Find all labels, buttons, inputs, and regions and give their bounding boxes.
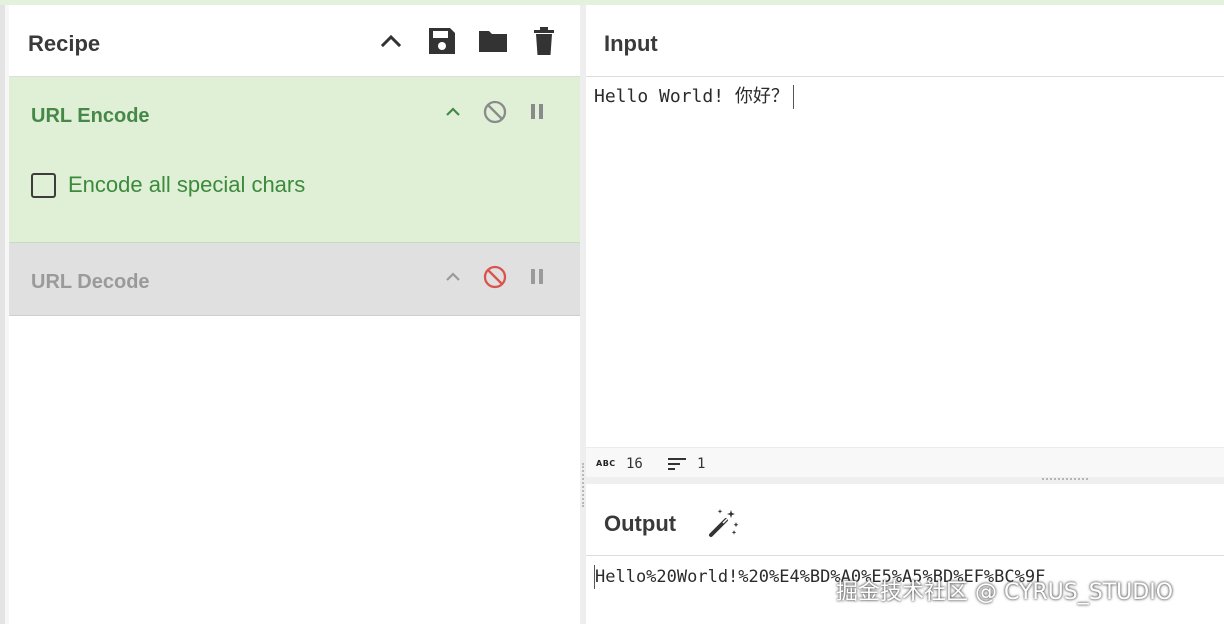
input-title: Input (604, 31, 658, 56)
output-title: Output (604, 511, 677, 536)
input-text-cjk: 你好？ (734, 86, 789, 107)
watermark: 掘金技术社区 @ CYRUS_STUDIO (836, 580, 1174, 605)
line-count: 1 (697, 456, 706, 472)
input-panel: Input Hello World! 你好？ ABC 16 1 (586, 5, 1224, 478)
operation-url-encode[interactable]: URL Encode Encode all special chars (9, 77, 580, 243)
input-text-ascii: Hello World! (594, 86, 735, 107)
clear-recipe-button[interactable] (528, 25, 560, 57)
save-recipe-button[interactable] (426, 25, 458, 57)
horizontal-splitter[interactable] (586, 477, 1224, 484)
checkbox-label: Encode all special chars (68, 172, 306, 197)
load-recipe-button[interactable] (477, 25, 509, 57)
disable-icon (483, 100, 507, 124)
magic-button[interactable] (706, 506, 740, 540)
disable-button[interactable] (481, 263, 509, 291)
chevron-up-icon (446, 107, 460, 116)
recipe-title: Recipe (28, 31, 101, 56)
input-status-bar: ABC 16 1 (586, 447, 1224, 478)
disable-icon (483, 265, 507, 289)
input-textarea[interactable]: Hello World! 你好？ (594, 85, 794, 109)
breakpoint-button[interactable] (523, 263, 551, 291)
hide-args-button[interactable] (375, 25, 407, 57)
char-count: 16 (626, 456, 643, 472)
operation-url-decode[interactable]: URL Decode (9, 243, 580, 316)
recipe-panel: Recipe URL Encode Encode all special cha… (9, 5, 580, 624)
recipe-header: Recipe (9, 5, 580, 77)
breakpoint-button[interactable] (523, 98, 551, 126)
breakpoint-icon (531, 104, 543, 119)
breakpoint-icon (531, 269, 543, 284)
save-icon (429, 28, 455, 54)
collapse-button[interactable] (439, 263, 467, 291)
chevron-up-icon (446, 272, 460, 281)
collapse-button[interactable] (439, 98, 467, 126)
lines-icon (668, 458, 686, 470)
splitter-grip[interactable] (1042, 478, 1088, 482)
chevron-up-icon (380, 34, 402, 48)
operation-title: URL Encode (31, 105, 150, 127)
trash-icon (534, 27, 554, 55)
encode-all-special-chars-checkbox[interactable] (31, 173, 56, 198)
input-header: Input (586, 5, 1224, 77)
folder-icon (479, 31, 507, 52)
abc-icon: ABC (596, 459, 616, 468)
magic-wand-icon (709, 509, 739, 537)
disable-button[interactable] (481, 98, 509, 126)
operation-title: URL Decode (31, 271, 150, 293)
output-header: Output (586, 484, 1224, 556)
